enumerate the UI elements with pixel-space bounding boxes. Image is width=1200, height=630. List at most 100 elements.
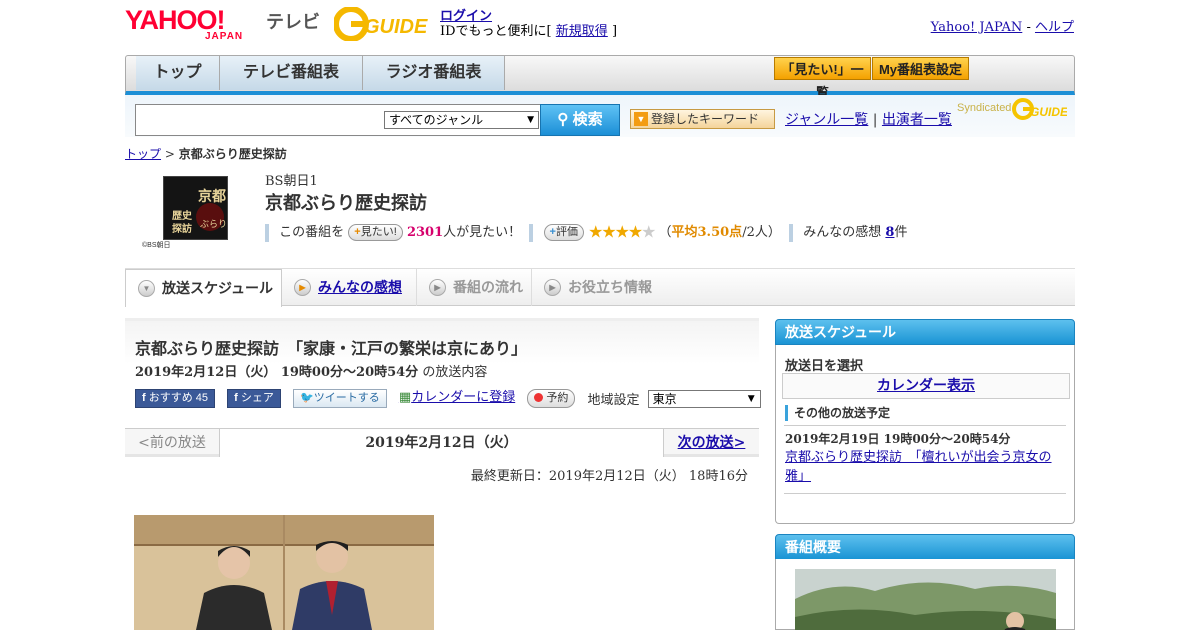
episode-navigation: <前の放送 2019年2月12日（火） 次の放送> bbox=[125, 428, 759, 457]
tweet-label: ツイートする bbox=[313, 392, 380, 404]
register-link[interactable]: 新規取得 bbox=[556, 24, 608, 39]
link-separator: | bbox=[872, 112, 878, 128]
watchlist-button[interactable]: 「見たい!」一覧 bbox=[774, 57, 871, 100]
rate-button-label: 評価 bbox=[555, 226, 578, 238]
tab-label: みんなの感想 bbox=[318, 279, 402, 295]
tab-label: お役立ち情報 bbox=[568, 279, 652, 295]
help-link[interactable]: ヘルプ bbox=[1035, 20, 1074, 35]
svg-text:京都: 京都 bbox=[198, 188, 226, 205]
region-select[interactable]: 東京 ▼ bbox=[647, 389, 761, 408]
rating-open: （ bbox=[658, 225, 672, 240]
facebook-share-button[interactable]: f シェア bbox=[227, 389, 281, 408]
dropdown-arrow-icon: ▼ bbox=[747, 393, 755, 404]
facebook-recommend-button[interactable]: f おすすめ 45 bbox=[135, 389, 216, 408]
breadcrumb-separator: > bbox=[164, 147, 175, 161]
rate-button[interactable]: +評価 bbox=[543, 224, 584, 241]
svg-text:ぶらり: ぶらり bbox=[200, 219, 227, 230]
triangle-down-icon: ▼ bbox=[634, 112, 648, 126]
meta-divider bbox=[529, 223, 534, 242]
program-thumbnail: 京都 歴史 探訪 ぶらり bbox=[163, 176, 228, 240]
reviews-prefix: みんなの感想 bbox=[803, 225, 882, 240]
tab-useful-info[interactable]: ▶ お役立ち情報 bbox=[532, 269, 662, 306]
other-broadcast-link[interactable]: 京都ぶらり歴史探訪 「檀れいが出会う京女の雅」 bbox=[785, 448, 1070, 486]
syndicated-gguide-logo: GUIDE bbox=[1011, 97, 1069, 121]
current-broadcast-date: 2019年2月12日（火） bbox=[220, 429, 663, 457]
search-links: ジャンル一覧 | 出演者一覧 bbox=[785, 109, 952, 129]
calendar-display-button[interactable]: カレンダー表示 bbox=[782, 373, 1070, 399]
yahoo-japan-link[interactable]: Yahoo! JAPAN bbox=[931, 20, 1023, 35]
tab-reviews[interactable]: ▶ みんなの感想 bbox=[282, 269, 417, 306]
search-bar: すべてのジャンル ▼ ⚲ 検索 ▼ 登録したキーワード ジャンル一覧 | 出演者… bbox=[125, 95, 1075, 137]
next-broadcast-link[interactable]: 次の放送> bbox=[663, 429, 759, 457]
svg-text:歴史: 歴史 bbox=[172, 209, 193, 222]
svg-text:探訪: 探訪 bbox=[172, 222, 192, 235]
calendar-register-link[interactable]: ▦カレンダーに登録 bbox=[399, 389, 515, 408]
search-button[interactable]: ⚲ 検索 bbox=[540, 104, 620, 136]
login-prompt-suffix: ] bbox=[611, 24, 618, 39]
episode-time-suffix: の放送内容 bbox=[422, 365, 488, 380]
breadcrumb-top-link[interactable]: トップ bbox=[125, 147, 161, 161]
reserve-label: 予約 bbox=[546, 392, 569, 404]
search-icon: ⚲ bbox=[557, 111, 569, 128]
login-prompt: IDでもっと便利に[ 新規取得 ] bbox=[440, 20, 617, 39]
program-thumbnail-art: 京都 歴史 探訪 ぶらり bbox=[164, 177, 227, 239]
sidebar-summary-box bbox=[775, 559, 1075, 630]
gguide-logo[interactable]: GUIDE bbox=[333, 6, 432, 42]
genre-list-link[interactable]: ジャンル一覧 bbox=[785, 112, 868, 128]
header-right-links: Yahoo! JAPAN - ヘルプ bbox=[931, 16, 1074, 35]
breadcrumb-current: 京都ぶらり歴史探訪 bbox=[178, 147, 287, 161]
performer-list-link[interactable]: 出演者一覧 bbox=[882, 112, 952, 128]
calendar-register-label: カレンダーに登録 bbox=[411, 390, 516, 405]
tab-program-flow[interactable]: ▶ 番組の流れ bbox=[417, 269, 532, 306]
sidebar-summary-heading: 番組概要 bbox=[775, 534, 1075, 560]
sidebar-schedule-box: 放送日を選択 カレンダー表示 その他の放送予定 2019年2月19日 19時00… bbox=[775, 345, 1075, 524]
want-prefix: この番組を bbox=[279, 225, 345, 240]
facebook-icon: f bbox=[142, 392, 146, 404]
gguide-logo-text: GUIDE bbox=[364, 16, 428, 38]
meta-divider bbox=[265, 223, 269, 242]
nav-tab-top[interactable]: トップ bbox=[136, 56, 220, 90]
calendar-icon: ▦ bbox=[398, 390, 412, 405]
play-icon: ▶ bbox=[544, 279, 561, 296]
channel-name: BS朝日1 bbox=[265, 174, 318, 189]
want-to-watch-label: 見たい! bbox=[360, 226, 397, 238]
previous-broadcast-link[interactable]: <前の放送 bbox=[125, 429, 220, 457]
facebook-share-label: シェア bbox=[240, 392, 274, 404]
nav-tab-radio-schedule[interactable]: ラジオ番組表 bbox=[363, 56, 505, 90]
divider bbox=[784, 425, 1066, 426]
genre-select[interactable]: すべてのジャンル ▼ bbox=[384, 111, 539, 129]
dropdown-arrow-icon: ▼ bbox=[527, 115, 534, 125]
tv-label[interactable]: テレビ bbox=[266, 8, 320, 34]
tab-label: 番組の流れ bbox=[453, 279, 523, 295]
episode-photo-art bbox=[134, 515, 434, 630]
reserve-button[interactable]: 予約 bbox=[527, 389, 576, 408]
select-date-label: 放送日を選択 bbox=[785, 359, 864, 374]
episode-panel: 京都ぶらり歴史探訪 「家康・江戸の繁栄は京にあり」 2019年2月12日（火） … bbox=[125, 318, 761, 428]
region-label: 地域設定 bbox=[587, 393, 640, 408]
tab-broadcast-schedule[interactable]: ▼ 放送スケジュール bbox=[125, 269, 282, 307]
want-to-watch-button[interactable]: +見たい! bbox=[348, 224, 403, 241]
rating-count: /2人） bbox=[742, 225, 781, 240]
episode-photo bbox=[134, 515, 434, 630]
registered-keywords-button[interactable]: ▼ 登録したキーワード bbox=[630, 109, 775, 129]
program-title: 京都ぶらり歴史探訪 bbox=[265, 193, 427, 214]
yahoo-logo[interactable]: YAHOO! bbox=[125, 6, 226, 34]
summary-photo-art bbox=[795, 569, 1056, 630]
yahoo-japan-logo-text: JAPAN bbox=[205, 31, 244, 42]
my-schedule-button[interactable]: My番組表設定 bbox=[872, 57, 969, 80]
sidebar-schedule-heading: 放送スケジュール bbox=[775, 319, 1075, 345]
nav-tab-tv-schedule[interactable]: テレビ番組表 bbox=[220, 56, 363, 90]
social-actions: f おすすめ 45 f シェア 🐦ツイートする ▦カレンダーに登録 予約 地域設… bbox=[135, 389, 761, 411]
want-count: 2301 bbox=[406, 225, 444, 240]
program-summary-photo bbox=[795, 569, 1056, 630]
other-broadcasts-heading: その他の放送予定 bbox=[785, 405, 890, 421]
episode-time: 2019年2月12日（火） 19時00分～20時54分 の放送内容 bbox=[135, 361, 487, 380]
program-tabs: ▼ 放送スケジュール ▶ みんなの感想 ▶ 番組の流れ ▶ お役立ち情報 bbox=[125, 268, 1075, 307]
genre-select-value: すべてのジャンル bbox=[389, 113, 484, 127]
play-icon: ▶ bbox=[294, 279, 311, 296]
login-prompt-prefix: IDでもっと便利に[ bbox=[440, 24, 552, 39]
last-updated: 最終更新日：2019年2月12日（火） 18時16分 bbox=[470, 469, 748, 484]
meta-divider bbox=[789, 223, 794, 242]
episode-title: 京都ぶらり歴史探訪 「家康・江戸の繁栄は京にあり」 bbox=[135, 339, 528, 358]
tweet-button[interactable]: 🐦ツイートする bbox=[293, 389, 387, 408]
